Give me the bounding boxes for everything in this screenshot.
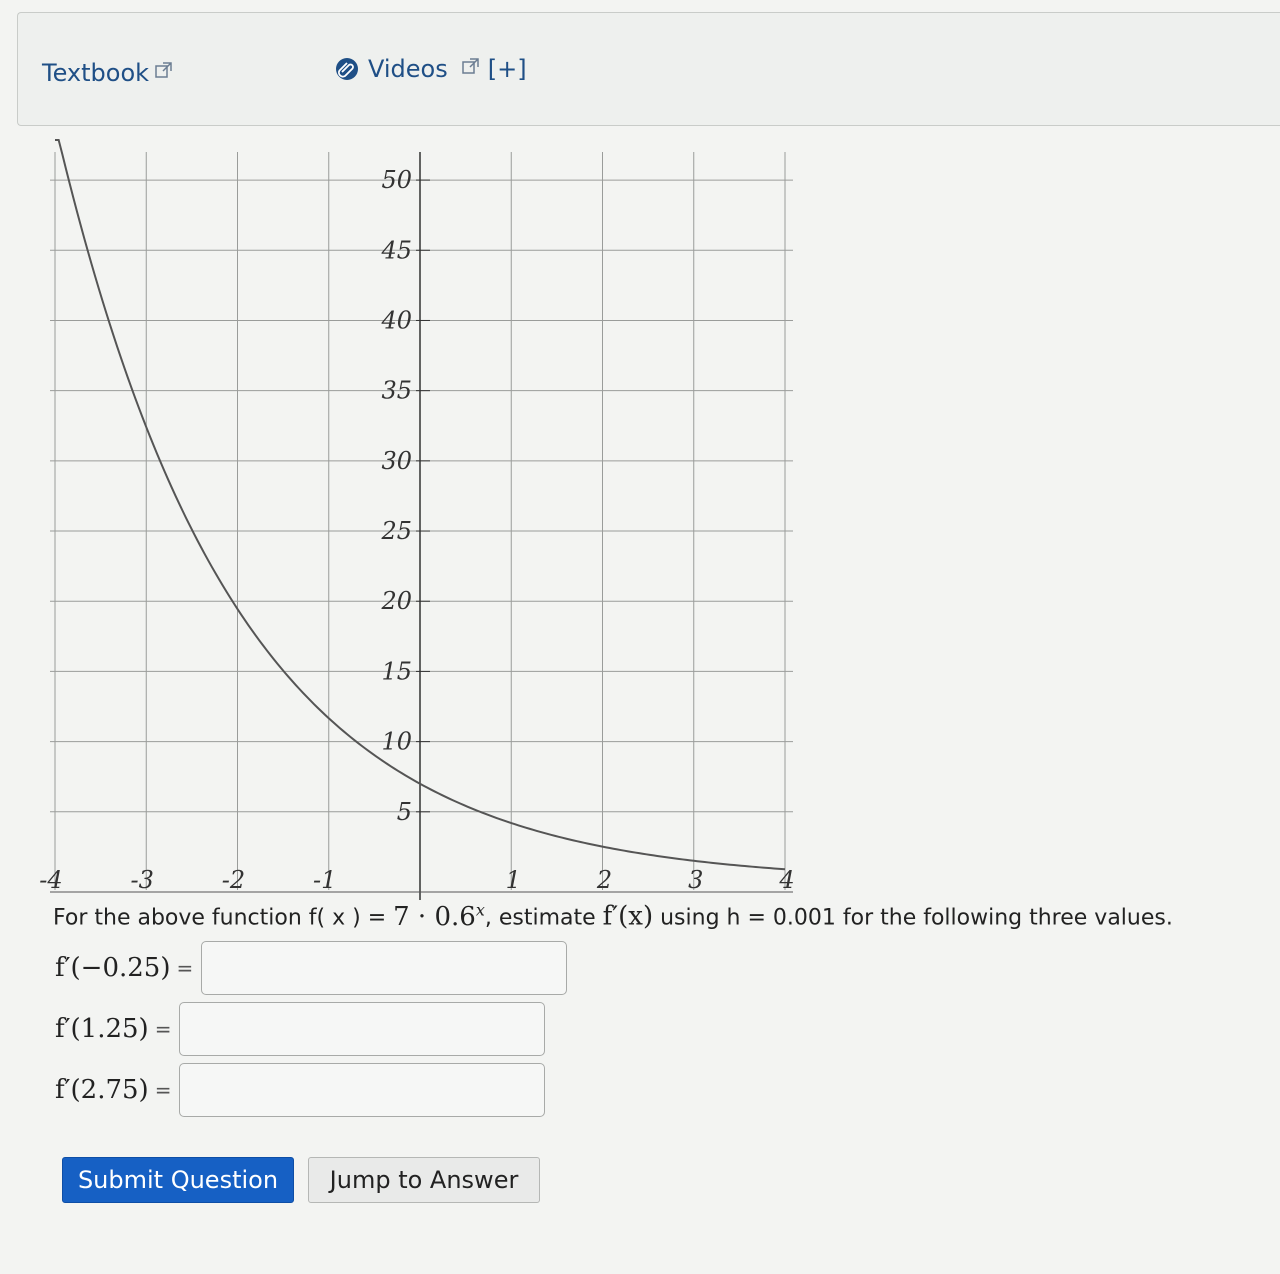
y-tick-label: 40: [380, 306, 412, 334]
y-tick-label: 50: [381, 166, 412, 194]
videos-link[interactable]: Videos [+]: [334, 55, 527, 83]
equals-sign: =: [154, 1078, 172, 1102]
y-tick-label: 25: [380, 517, 412, 545]
answer-label-1: f′(−0.25): [55, 953, 171, 983]
question-text: For the above function f( x ) = 7 · 0.6x…: [53, 900, 1173, 932]
x-tick-label: 3: [688, 866, 703, 894]
x-tick-label: 1: [506, 866, 521, 894]
x-tick-label: 2: [596, 866, 612, 894]
equals-sign: =: [154, 1017, 172, 1041]
x-tick-label: -3: [131, 866, 154, 894]
external-link-icon: [462, 58, 479, 74]
paperclip-icon: [336, 58, 358, 80]
submit-question-button[interactable]: Submit Question: [62, 1157, 294, 1203]
textbook-link[interactable]: Textbook: [42, 59, 173, 87]
y-tick-label: 30: [381, 447, 412, 475]
answer-row-1: f′(−0.25) =: [55, 940, 568, 996]
answer-row-2: f′(1.25) =: [55, 1001, 546, 1057]
y-tick-label: 15: [381, 657, 412, 685]
question-derivative: f′(x): [602, 901, 654, 932]
equals-sign: =: [176, 956, 194, 980]
axes: [50, 152, 793, 900]
answer-input-2[interactable]: [179, 1002, 546, 1056]
answer-input-3[interactable]: [179, 1063, 546, 1117]
y-tick-label: 45: [380, 236, 412, 264]
x-tick-labels: -4 -3 -2 -1 1 2 3 4: [39, 866, 794, 894]
y-tick-labels: 5 10 15 20 25 30 35 40 45 50: [380, 166, 430, 826]
function-graph: 5 10 15 20 25 30 35 40 45 50 -4 -3 -2 -1 1 2 3 4: [39, 139, 795, 900]
answer-label-3: f′(2.75): [55, 1075, 149, 1105]
x-tick-label: -1: [313, 866, 336, 894]
grid: [50, 152, 793, 890]
jump-to-answer-button[interactable]: Jump to Answer: [308, 1157, 540, 1203]
y-tick-label: 20: [380, 587, 412, 615]
external-link-icon: [155, 62, 172, 78]
answer-row-3: f′(2.75) =: [55, 1062, 546, 1118]
y-tick-label: 35: [381, 377, 412, 405]
y-tick-label: 5: [397, 798, 412, 826]
x-tick-label: -4: [39, 866, 62, 894]
textbook-label[interactable]: Textbook: [42, 59, 149, 87]
videos-label[interactable]: Videos: [368, 55, 448, 83]
question-formula: 7 · 0.6x: [393, 900, 485, 932]
resources-bar: Textbook Videos [+]: [17, 12, 1280, 126]
y-tick-label: 10: [381, 728, 412, 756]
question-prefix: For the above function f( x ) =: [53, 905, 394, 931]
x-tick-label: 4: [778, 866, 794, 894]
question-middle: , estimate: [484, 905, 603, 931]
answer-label-2: f′(1.25): [55, 1014, 149, 1044]
answer-input-1[interactable]: [201, 941, 568, 995]
x-tick-label: -2: [222, 866, 245, 894]
expand-toggle[interactable]: [+]: [488, 55, 527, 83]
question-suffix: using h = 0.001 for the following three …: [653, 905, 1173, 931]
